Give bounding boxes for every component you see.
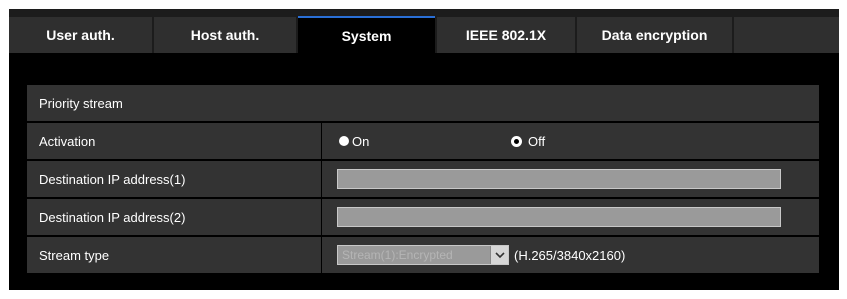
destination-ip2-label: Destination IP address(2)	[39, 209, 186, 225]
priority-stream-panel: Priority stream Activation On Off Destin…	[27, 85, 819, 290]
tab-bar-filler	[734, 17, 839, 53]
tab-host-auth[interactable]: Host auth.	[154, 17, 296, 53]
destination-ip2-input[interactable]	[337, 207, 781, 227]
radio-on-icon[interactable]	[339, 136, 349, 146]
activation-label: Activation	[39, 133, 96, 149]
row-divider	[321, 237, 322, 273]
section-header: Priority stream	[27, 85, 819, 121]
radio-off-icon[interactable]	[511, 135, 522, 147]
row-divider	[321, 161, 322, 197]
tab-label: System	[341, 28, 392, 44]
stream-type-row: Stream type Stream(1):Encrypted (H.265/3…	[27, 237, 819, 273]
destination-ip1-label: Destination IP address(1)	[39, 171, 186, 187]
stream-type-value: Stream(1):Encrypted	[342, 248, 453, 262]
tab-label: Data encryption	[601, 27, 708, 43]
activation-off-option[interactable]: Off	[511, 123, 545, 159]
destination-ip2-row: Destination IP address(2)	[27, 199, 819, 235]
settings-frame: User auth. Host auth. System IEEE 802.1X…	[9, 9, 839, 290]
tab-label: IEEE 802.1X	[465, 27, 547, 43]
tab-label: Host auth.	[190, 27, 260, 43]
tab-user-auth[interactable]: User auth.	[9, 17, 152, 53]
chevron-down-icon[interactable]	[490, 246, 508, 264]
tab-label: User auth.	[46, 27, 115, 43]
tab-bar: User auth. Host auth. System IEEE 802.1X…	[9, 9, 839, 54]
section-title: Priority stream	[39, 95, 123, 111]
stream-type-label: Stream type	[39, 247, 110, 263]
tab-data-encryption[interactable]: Data encryption	[577, 17, 732, 53]
tab-system[interactable]: System	[298, 16, 435, 54]
stream-format-info: (H.265/3840x2160)	[514, 247, 626, 263]
stream-type-select[interactable]: Stream(1):Encrypted	[337, 245, 509, 265]
destination-ip1-row: Destination IP address(1)	[27, 161, 819, 197]
tab-ieee-8021x[interactable]: IEEE 802.1X	[437, 17, 575, 53]
activation-on-option[interactable]: On	[339, 123, 369, 159]
row-divider	[321, 199, 322, 235]
row-divider	[321, 123, 322, 159]
radio-on-label: On	[352, 133, 370, 149]
destination-ip1-input[interactable]	[337, 169, 781, 189]
activation-row: Activation On Off	[27, 123, 819, 159]
radio-off-label: Off	[528, 133, 546, 149]
